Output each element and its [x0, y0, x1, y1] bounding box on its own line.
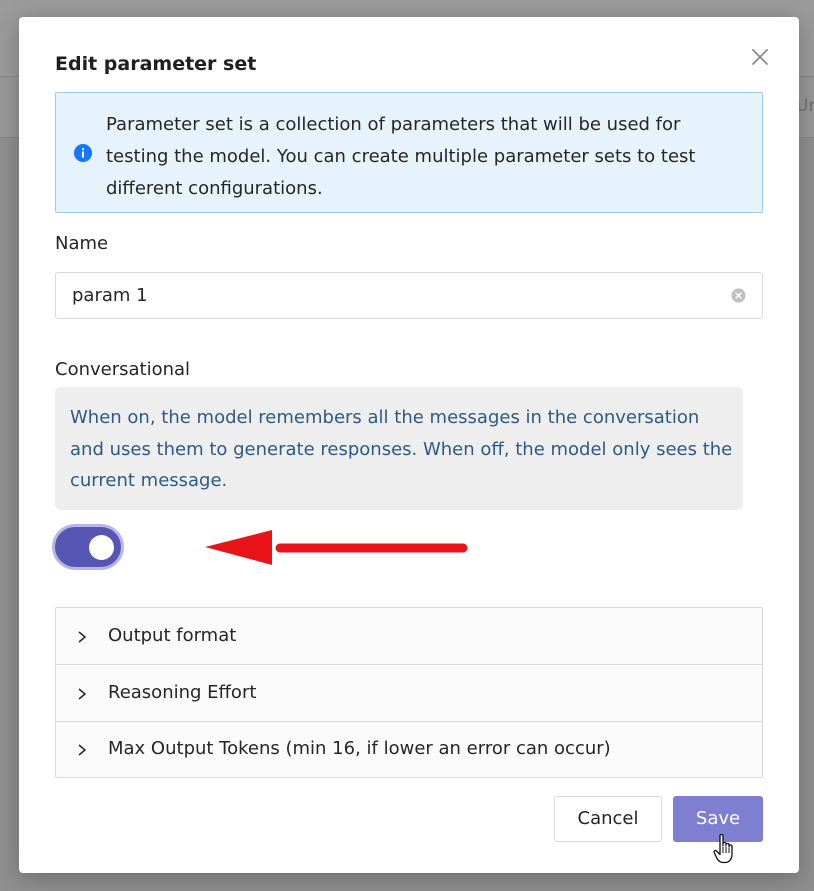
chevron-right-icon — [76, 629, 88, 643]
accordion-item-max-output-tokens[interactable]: Max Output Tokens (min 16, if lower an e… — [56, 721, 762, 777]
clear-circle-icon[interactable] — [731, 288, 746, 303]
conversational-description-box: When on, the model remembers all the mes… — [55, 387, 743, 510]
conversational-label: Conversational — [55, 359, 191, 380]
toggle-knob — [89, 535, 114, 560]
accordion-item-output-format[interactable]: Output format — [56, 608, 762, 665]
parameters-accordion: Output format Reasoning Effort Max Outpu… — [55, 607, 763, 778]
name-field — [55, 272, 763, 319]
accordion-item-reasoning-effort[interactable]: Reasoning Effort — [56, 665, 762, 722]
hand-cursor-icon — [713, 833, 733, 864]
close-icon[interactable] — [747, 44, 773, 70]
chevron-right-icon — [76, 686, 88, 700]
info-alert-text: Parameter set is a collection of paramet… — [106, 114, 696, 199]
name-label: Name — [55, 233, 109, 254]
accordion-label: Max Output Tokens (min 16, if lower an e… — [108, 738, 611, 759]
chevron-right-icon — [76, 742, 88, 756]
dialog-title: Edit parameter set — [55, 53, 257, 75]
conversational-description: When on, the model remembers all the mes… — [70, 407, 733, 491]
red-arrow-annotation — [205, 530, 468, 565]
accordion-label: Reasoning Effort — [108, 682, 257, 703]
conversational-toggle[interactable] — [55, 527, 121, 567]
accordion-label: Output format — [108, 625, 237, 646]
info-alert: Parameter set is a collection of paramet… — [55, 92, 763, 213]
name-input[interactable] — [72, 273, 692, 318]
cancel-button[interactable]: Cancel — [554, 796, 662, 842]
edit-parameter-set-dialog: Edit parameter set Parameter set is a co… — [19, 17, 799, 873]
info-icon — [74, 144, 92, 162]
